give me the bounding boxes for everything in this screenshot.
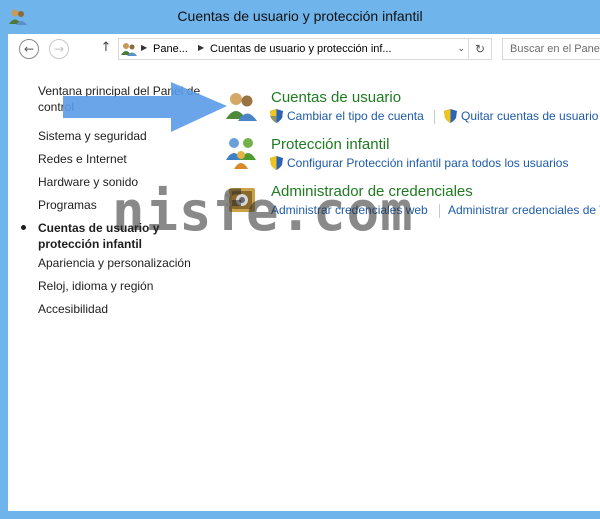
link-configure-family-safety[interactable]: Configurar Protección infantil para todo… xyxy=(287,156,568,170)
address-bar[interactable]: ▶ Pane... ▶ Cuentas de usuario y protecc… xyxy=(118,38,492,60)
category-title-family-safety[interactable]: Protección infantil xyxy=(271,136,389,153)
title-bar: Cuentas de usuario y protección infantil xyxy=(0,0,600,34)
back-button[interactable]: ← xyxy=(19,39,39,59)
chevron-down-icon[interactable]: ⌄ xyxy=(457,43,465,54)
forward-button[interactable]: → xyxy=(49,39,69,59)
watermark: nisfe.com xyxy=(112,180,414,243)
sidebar-item-clock-language-region[interactable]: Reloj, idioma y región xyxy=(38,278,153,294)
category-title-user-accounts[interactable]: Cuentas de usuario xyxy=(271,89,401,106)
up-arrow-icon: ↑ xyxy=(100,40,112,55)
link-divider xyxy=(439,204,440,218)
sidebar-item-programs[interactable]: Programas xyxy=(38,197,97,213)
user-accounts-icon[interactable] xyxy=(224,88,260,124)
window-bottom-border xyxy=(0,511,600,519)
link-manage-windows-credentials[interactable]: Administrar credenciales de W xyxy=(448,203,600,217)
link-remove-user-accounts[interactable]: Quitar cuentas de usuario xyxy=(461,109,598,123)
forward-arrow-icon: → xyxy=(53,42,65,56)
control-panel-icon xyxy=(121,43,137,56)
window-title: Cuentas de usuario y protección infantil xyxy=(177,8,423,24)
refresh-icon: ↻ xyxy=(474,42,486,56)
window-frame: Cuentas de usuario y protección infantil… xyxy=(0,0,600,519)
family-safety-icon[interactable] xyxy=(224,134,260,170)
pointer-arrow-icon xyxy=(63,82,227,132)
breadcrumb-item[interactable]: Pane... xyxy=(153,43,188,55)
current-item-bullet-icon xyxy=(21,225,26,230)
navigation-bar: ← → ↑ ▶ Pane... ▶ Cuentas de usuario y p… xyxy=(8,34,600,66)
breadcrumb-item[interactable]: Cuentas de usuario y protección inf... xyxy=(210,43,392,55)
breadcrumb-separator-icon: ▶ xyxy=(198,43,205,52)
search-input[interactable]: Buscar en el Panel xyxy=(502,38,600,60)
uac-shield-icon xyxy=(270,109,283,123)
up-button[interactable]: ↑ xyxy=(99,40,113,58)
sidebar-item-accessibility[interactable]: Accesibilidad xyxy=(38,301,108,317)
link-divider xyxy=(434,110,435,124)
back-arrow-icon: ← xyxy=(23,42,35,56)
sidebar-item-appearance[interactable]: Apariencia y personalización xyxy=(38,255,191,271)
breadcrumb-separator-icon: ▶ xyxy=(141,43,148,52)
uac-shield-icon xyxy=(270,156,283,170)
refresh-button[interactable]: ↻ xyxy=(468,39,491,59)
link-change-account-type[interactable]: Cambiar el tipo de cuenta xyxy=(287,109,424,123)
uac-shield-icon xyxy=(444,109,457,123)
sidebar-item-network-internet[interactable]: Redes e Internet xyxy=(38,151,127,167)
